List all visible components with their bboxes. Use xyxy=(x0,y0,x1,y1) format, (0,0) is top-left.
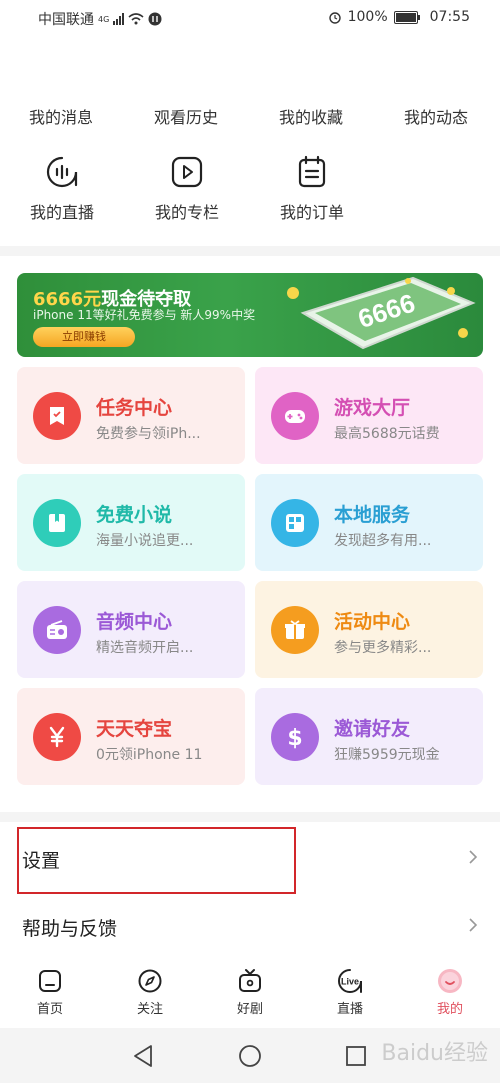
banner-subtitle: iPhone 11等好礼免费参与 新人99%中奖 xyxy=(33,308,256,322)
recents-square-icon[interactable] xyxy=(345,1045,367,1067)
radio-icon xyxy=(47,620,67,639)
help-feedback-row[interactable]: 帮助与反馈 xyxy=(0,896,500,956)
card-subtitle: 0元领iPhone 11 xyxy=(96,747,203,763)
tab-live-label: 直播 xyxy=(336,1002,363,1017)
card-local-services[interactable]: 本地服务 发现超多有用... xyxy=(255,474,483,571)
order-clipboard-icon xyxy=(298,155,326,188)
section-divider xyxy=(0,246,500,256)
card-game-hall[interactable]: 游戏大厅 最高5688元话费 xyxy=(255,367,483,464)
live-badge-text: Live xyxy=(341,977,359,987)
card-icon-circle: $ xyxy=(271,713,319,761)
alarm-icon xyxy=(328,12,341,24)
chevron-right-icon xyxy=(469,918,478,932)
card-subtitle: 海量小说追更... xyxy=(96,533,194,549)
battery-icon xyxy=(393,10,420,24)
icon-links-row: 我的直播 我的专栏 我的订单 xyxy=(0,155,500,235)
dollar-icon: $ xyxy=(287,726,302,749)
banner-phone-illustration: 6666 xyxy=(287,276,476,350)
card-subtitle: 发现超多有用... xyxy=(334,533,432,549)
data-saver-icon xyxy=(148,12,162,26)
status-bar: 中国联通 4G 100% 07:55 xyxy=(0,0,500,36)
card-title: 本地服务 xyxy=(334,504,411,526)
task-bookmark-icon xyxy=(50,407,64,425)
gift-icon xyxy=(285,620,305,639)
gamepad-icon xyxy=(285,410,305,423)
my-orders-link[interactable]: 我的订单 xyxy=(267,155,357,223)
card-invite-friends[interactable]: $ 邀请好友 狂赚5959元现金 xyxy=(255,688,483,785)
card-task-center[interactable]: 任务中心 免费参与领iPh... xyxy=(17,367,245,464)
card-title: 免费小说 xyxy=(96,504,173,526)
book-icon xyxy=(49,514,65,532)
card-free-novels[interactable]: 免费小说 海量小说追更... xyxy=(17,474,245,571)
my-messages-link[interactable]: 我的消息 xyxy=(29,104,93,128)
my-favorites-link[interactable]: 我的收藏 xyxy=(279,104,343,128)
card-icon-circle xyxy=(271,499,319,547)
carrier-name: 中国联通 xyxy=(38,12,94,28)
card-title: 游戏大厅 xyxy=(334,397,411,419)
card-daily-treasure[interactable]: 天天夺宝 0元领iPhone 11 xyxy=(17,688,245,785)
wifi-icon xyxy=(128,13,144,25)
promo-banner[interactable]: 6666元现金待夺取 iPhone 11等好礼免费参与 新人99%中奖 立即赚钱… xyxy=(17,273,483,357)
my-column-link[interactable]: 我的专栏 xyxy=(142,155,232,223)
card-icon-circle xyxy=(271,606,319,654)
home-icon xyxy=(39,970,61,992)
tab-follow[interactable]: 关注 xyxy=(120,968,180,1017)
tab-home-label: 首页 xyxy=(36,1002,63,1017)
settings-highlight-box xyxy=(17,827,296,894)
card-subtitle: 最高5688元话费 xyxy=(334,426,440,442)
card-events-center[interactable]: 活动中心 参与更多精彩... xyxy=(255,581,483,678)
signal-icon xyxy=(113,13,125,25)
battery-level: 100% xyxy=(347,9,388,25)
card-title: 天天夺宝 xyxy=(96,718,173,740)
card-subtitle: 参与更多精彩... xyxy=(334,640,432,656)
tab-home[interactable]: 首页 xyxy=(20,968,80,1017)
bottom-tab-bar: 首页 关注 好剧 Live 直播 我的 xyxy=(0,960,500,1026)
tv-icon xyxy=(239,969,261,992)
clock-time: 07:55 xyxy=(429,9,470,25)
card-icon-circle xyxy=(271,392,319,440)
compass-icon xyxy=(138,969,162,993)
card-audio-center[interactable]: 音频中心 精选音频开启... xyxy=(17,581,245,678)
card-subtitle: 免费参与领iPh... xyxy=(96,426,201,442)
card-title: 音频中心 xyxy=(96,611,173,633)
my-orders-label: 我的订单 xyxy=(279,203,344,222)
section-divider xyxy=(0,812,500,822)
my-activity-link[interactable]: 我的动态 xyxy=(404,104,468,128)
watch-history-link[interactable]: 观看历史 xyxy=(154,104,218,128)
profile-icon xyxy=(438,969,462,993)
live-icon: Live xyxy=(338,969,362,993)
card-icon-circle xyxy=(33,713,81,761)
play-column-icon xyxy=(171,156,203,188)
card-icon-circle xyxy=(33,606,81,654)
card-icon-circle xyxy=(33,499,81,547)
tab-drama[interactable]: 好剧 xyxy=(220,968,280,1017)
tab-mine[interactable]: 我的 xyxy=(420,968,480,1017)
live-wave-icon xyxy=(46,156,78,188)
svg-text:$: $ xyxy=(287,726,302,749)
quick-links-row: 我的消息 观看历史 我的收藏 我的动态 xyxy=(0,100,500,130)
home-circle-icon[interactable] xyxy=(238,1044,262,1068)
card-title: 活动中心 xyxy=(334,611,411,633)
yuan-icon xyxy=(49,726,65,748)
my-live-link[interactable]: 我的直播 xyxy=(17,155,107,223)
tab-drama-label: 好剧 xyxy=(236,1002,263,1017)
network-type: 4G xyxy=(98,14,110,24)
back-icon[interactable] xyxy=(132,1044,154,1068)
my-column-label: 我的专栏 xyxy=(154,203,219,222)
card-title: 任务中心 xyxy=(96,397,173,419)
my-live-label: 我的直播 xyxy=(29,203,94,222)
tab-live[interactable]: Live 直播 xyxy=(320,968,380,1017)
card-subtitle: 狂赚5959元现金 xyxy=(334,747,440,763)
card-subtitle: 精选音频开启... xyxy=(96,640,194,656)
local-grid-icon xyxy=(286,514,304,532)
chevron-right-icon xyxy=(469,850,478,864)
earn-now-button[interactable]: 立即赚钱 xyxy=(33,327,135,347)
help-feedback-label: 帮助与反馈 xyxy=(22,918,118,940)
card-icon-circle xyxy=(33,392,81,440)
tab-follow-label: 关注 xyxy=(136,1002,163,1017)
tab-mine-label: 我的 xyxy=(436,1002,463,1017)
watermark-text: Baidu经验 xyxy=(381,1041,488,1066)
card-title: 邀请好友 xyxy=(334,718,411,740)
